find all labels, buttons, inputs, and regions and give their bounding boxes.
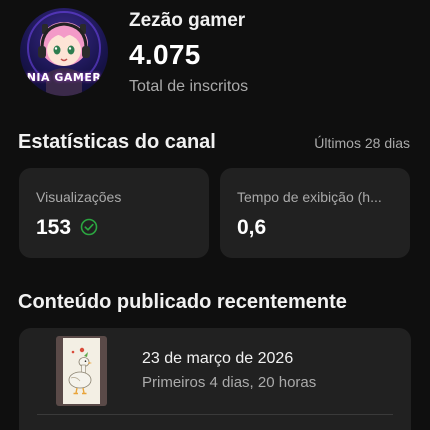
check-circle-icon xyxy=(80,218,98,236)
stats-period-label: Últimos 28 dias xyxy=(314,135,410,151)
subscriber-count: 4.075 xyxy=(129,39,201,70)
recent-content-item[interactable]: 23 de março de 2026 Primeiros 4 dias, 20… xyxy=(19,328,411,430)
subscriber-label: Total de inscritos xyxy=(129,78,249,95)
channel-dashboard: NIA GAMER Zezão gamer 4.075 Total de ins… xyxy=(0,0,430,430)
views-stat-card[interactable]: Visualizações 153 xyxy=(19,168,209,258)
views-stat-value: 153 xyxy=(36,216,72,239)
watch-time-stat-value: 0,6 xyxy=(237,216,267,239)
avatar-logo-text: NIA GAMER xyxy=(26,71,102,84)
channel-name: Zezão gamer xyxy=(129,10,246,31)
content-publish-date: 23 de março de 2026 xyxy=(142,350,294,367)
watch-time-stat-label: Tempo de exibição (h... xyxy=(237,189,382,205)
video-thumbnail[interactable] xyxy=(56,336,107,406)
channel-avatar[interactable]: NIA GAMER xyxy=(20,8,108,96)
views-stat-label: Visualizações xyxy=(36,189,122,205)
watch-time-stat-card[interactable]: Tempo de exibição (h... 0,6 xyxy=(220,168,410,258)
recent-content-title: Conteúdo publicado recentemente xyxy=(18,291,347,313)
stats-section-title: Estatísticas do canal xyxy=(18,131,216,153)
duck-illustration xyxy=(68,347,92,395)
thumbnail-image xyxy=(63,338,100,404)
content-divider xyxy=(37,414,393,415)
content-period-label: Primeiros 4 dias, 20 horas xyxy=(142,374,317,391)
channel-header: NIA GAMER Zezão gamer 4.075 Total de ins… xyxy=(20,8,420,108)
